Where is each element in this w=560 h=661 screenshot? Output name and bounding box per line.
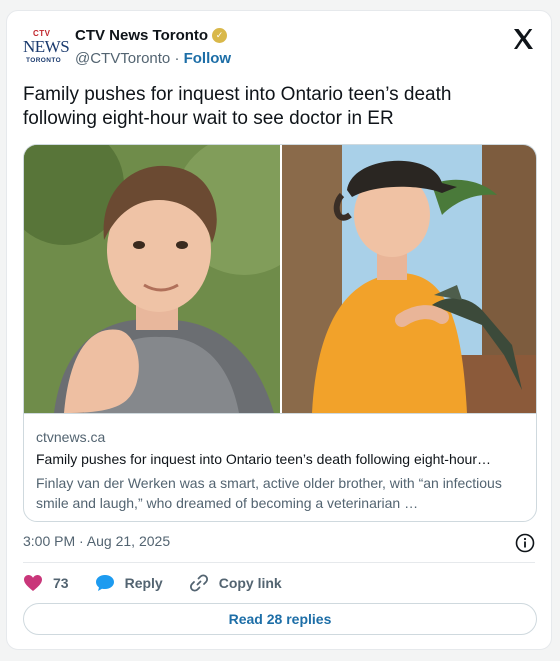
link-preview-card[interactable]: ctvnews.ca Family pushes for inquest int…	[23, 144, 537, 522]
copy-link-button[interactable]: Copy link	[189, 573, 282, 593]
verified-gold-badge-icon: ✓	[212, 28, 228, 43]
photo-young-man	[24, 145, 280, 413]
like-button[interactable]: 73	[23, 574, 69, 592]
name-row: CTV News Toronto ✓	[75, 27, 228, 44]
heart-icon	[24, 575, 42, 591]
link-domain: ctvnews.ca	[36, 429, 106, 445]
photo-boy-with-alligator	[282, 145, 536, 413]
x-logo-icon[interactable]	[511, 27, 535, 51]
avatar-news-text: NEWS	[23, 37, 70, 56]
tweet-timestamp[interactable]: 3:00 PM · Aug 21, 2025	[23, 533, 170, 549]
divider	[23, 562, 535, 563]
avatar-toronto-text: TORONTO	[26, 57, 62, 64]
timestamp-row: 3:00 PM · Aug 21, 2025	[23, 533, 535, 555]
link-title[interactable]: Family pushes for inquest into Ontario t…	[36, 451, 526, 467]
like-count: 73	[53, 575, 69, 591]
follow-button[interactable]: Follow	[184, 50, 232, 67]
handle-separator: ·	[174, 50, 180, 67]
info-icon[interactable]	[515, 533, 535, 553]
speech-bubble-icon	[95, 575, 114, 591]
ctv-news-toronto-avatar[interactable]: CTV NEWS TORONTO	[23, 29, 70, 69]
tweet-text: Family pushes for inquest into Ontario t…	[23, 84, 452, 129]
reply-label: Reply	[124, 575, 163, 591]
tweet-header: CTV NEWS TORONTO CTV News Toronto ✓ @CTV…	[23, 25, 535, 69]
account-handle[interactable]: @CTVToronto	[75, 50, 170, 67]
reply-button[interactable]: Reply	[95, 574, 163, 592]
copy-link-label: Copy link	[218, 575, 282, 591]
handle-row: @CTVToronto · Follow	[75, 50, 231, 67]
link-preview-text[interactable]: ctvnews.ca Family pushes for inquest int…	[24, 413, 536, 521]
read-replies-button[interactable]: Read 28 replies	[23, 603, 537, 635]
link-icon	[189, 574, 208, 592]
link-preview-image[interactable]	[24, 145, 536, 413]
tweet-actions: 73 Reply Copy link	[23, 571, 308, 595]
tweet-card[interactable]: CTV NEWS TORONTO CTV News Toronto ✓ @CTV…	[6, 10, 552, 650]
link-description: Finlay van der Werken was a smart, activ…	[36, 475, 502, 511]
display-name[interactable]: CTV News Toronto	[75, 27, 208, 44]
